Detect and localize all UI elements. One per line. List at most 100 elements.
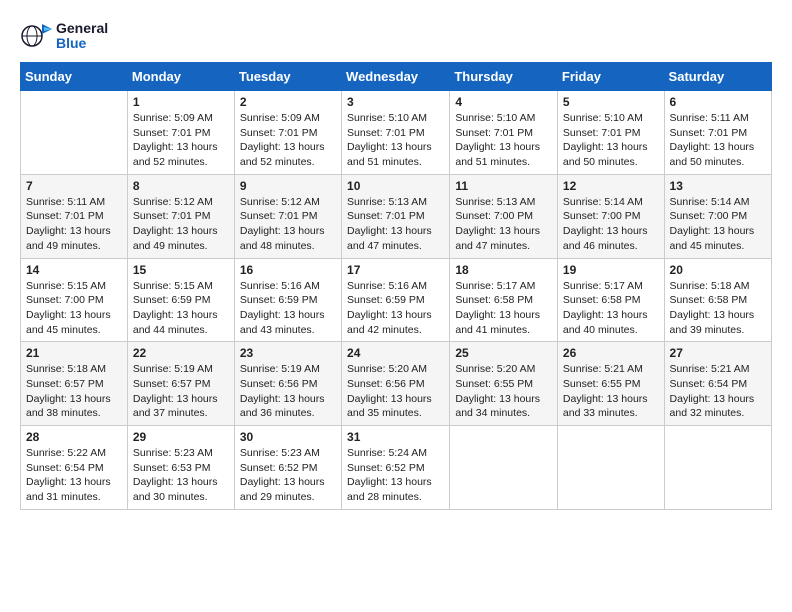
calendar-cell: 22 Sunrise: 5:19 AMSunset: 6:57 PMDayligh… <box>127 342 234 426</box>
day-info: Sunrise: 5:11 AMSunset: 7:01 PMDaylight:… <box>26 195 122 254</box>
calendar-week-3: 14 Sunrise: 5:15 AMSunset: 7:00 PMDayligh… <box>21 258 772 342</box>
calendar-cell <box>557 426 664 510</box>
logo-svg <box>20 20 52 52</box>
day-info: Sunrise: 5:12 AMSunset: 7:01 PMDaylight:… <box>240 195 336 254</box>
logo-general: General <box>56 21 108 36</box>
calendar-cell <box>450 426 558 510</box>
calendar-cell: 23 Sunrise: 5:19 AMSunset: 6:56 PMDayligh… <box>234 342 341 426</box>
day-info: Sunrise: 5:16 AMSunset: 6:59 PMDaylight:… <box>347 279 444 338</box>
calendar-cell: 5 Sunrise: 5:10 AMSunset: 7:01 PMDaylight… <box>557 91 664 175</box>
calendar-header-friday: Friday <box>557 63 664 91</box>
day-number: 21 <box>26 346 122 360</box>
calendar-cell: 28 Sunrise: 5:22 AMSunset: 6:54 PMDayligh… <box>21 426 128 510</box>
day-number: 18 <box>455 263 552 277</box>
day-number: 13 <box>670 179 766 193</box>
calendar-cell: 11 Sunrise: 5:13 AMSunset: 7:00 PMDayligh… <box>450 174 558 258</box>
day-info: Sunrise: 5:17 AMSunset: 6:58 PMDaylight:… <box>563 279 659 338</box>
calendar-cell: 30Sunrise: 5:23 AMSunset: 6:52 PMDayligh… <box>234 426 341 510</box>
day-info: Sunrise: 5:12 AMSunset: 7:01 PMDaylight:… <box>133 195 229 254</box>
day-info: Sunrise: 5:21 AMSunset: 6:55 PMDaylight:… <box>563 362 659 421</box>
calendar-header-tuesday: Tuesday <box>234 63 341 91</box>
day-number: 3 <box>347 95 444 109</box>
day-number: 17 <box>347 263 444 277</box>
day-number: 15 <box>133 263 229 277</box>
calendar-cell <box>664 426 771 510</box>
day-number: 10 <box>347 179 444 193</box>
day-number: 14 <box>26 263 122 277</box>
day-info: Sunrise: 5:15 AMSunset: 7:00 PMDaylight:… <box>26 279 122 338</box>
day-info: Sunrise: 5:19 AMSunset: 6:57 PMDaylight:… <box>133 362 229 421</box>
calendar-cell: 15 Sunrise: 5:15 AMSunset: 6:59 PMDayligh… <box>127 258 234 342</box>
day-info: Sunrise: 5:17 AMSunset: 6:58 PMDaylight:… <box>455 279 552 338</box>
day-info: Sunrise: 5:10 AMSunset: 7:01 PMDaylight:… <box>455 111 552 170</box>
calendar-cell: 8 Sunrise: 5:12 AMSunset: 7:01 PMDaylight… <box>127 174 234 258</box>
day-info: Sunrise: 5:10 AMSunset: 7:01 PMDaylight:… <box>563 111 659 170</box>
calendar-week-1: 1 Sunrise: 5:09 AMSunset: 7:01 PMDaylight… <box>21 91 772 175</box>
calendar-week-2: 7Sunrise: 5:11 AMSunset: 7:01 PMDaylight… <box>21 174 772 258</box>
calendar-cell: 14 Sunrise: 5:15 AMSunset: 7:00 PMDayligh… <box>21 258 128 342</box>
day-number: 16 <box>240 263 336 277</box>
day-number: 11 <box>455 179 552 193</box>
calendar-header-thursday: Thursday <box>450 63 558 91</box>
day-number: 20 <box>670 263 766 277</box>
calendar-cell: 3Sunrise: 5:10 AMSunset: 7:01 PMDaylight… <box>342 91 450 175</box>
day-number: 22 <box>133 346 229 360</box>
calendar-week-4: 21 Sunrise: 5:18 AMSunset: 6:57 PMDayligh… <box>21 342 772 426</box>
day-info: Sunrise: 5:19 AMSunset: 6:56 PMDaylight:… <box>240 362 336 421</box>
calendar-cell <box>21 91 128 175</box>
day-number: 29 <box>133 430 229 444</box>
day-number: 5 <box>563 95 659 109</box>
calendar-cell: 16 Sunrise: 5:16 AMSunset: 6:59 PMDayligh… <box>234 258 341 342</box>
day-info: Sunrise: 5:15 AMSunset: 6:59 PMDaylight:… <box>133 279 229 338</box>
day-number: 31 <box>347 430 444 444</box>
calendar-cell: 21 Sunrise: 5:18 AMSunset: 6:57 PMDayligh… <box>21 342 128 426</box>
day-info: Sunrise: 5:23 AMSunset: 6:53 PMDaylight:… <box>133 446 229 505</box>
calendar-header-row: SundayMondayTuesdayWednesdayThursdayFrid… <box>21 63 772 91</box>
day-number: 27 <box>670 346 766 360</box>
day-info: Sunrise: 5:20 AMSunset: 6:55 PMDaylight:… <box>455 362 552 421</box>
calendar-cell: 29 Sunrise: 5:23 AMSunset: 6:53 PMDayligh… <box>127 426 234 510</box>
day-number: 25 <box>455 346 552 360</box>
day-info: Sunrise: 5:09 AMSunset: 7:01 PMDaylight:… <box>133 111 229 170</box>
calendar-cell: 1 Sunrise: 5:09 AMSunset: 7:01 PMDaylight… <box>127 91 234 175</box>
calendar-cell: 2 Sunrise: 5:09 AMSunset: 7:01 PMDaylight… <box>234 91 341 175</box>
day-info: Sunrise: 5:20 AMSunset: 6:56 PMDaylight:… <box>347 362 444 421</box>
calendar-cell: 7Sunrise: 5:11 AMSunset: 7:01 PMDaylight… <box>21 174 128 258</box>
calendar-cell: 17 Sunrise: 5:16 AMSunset: 6:59 PMDayligh… <box>342 258 450 342</box>
calendar-table: SundayMondayTuesdayWednesdayThursdayFrid… <box>20 62 772 510</box>
day-number: 1 <box>133 95 229 109</box>
calendar-cell: 13 Sunrise: 5:14 AMSunset: 7:00 PMDayligh… <box>664 174 771 258</box>
logo-blue: Blue <box>56 36 108 51</box>
calendar-cell: 19Sunrise: 5:17 AMSunset: 6:58 PMDayligh… <box>557 258 664 342</box>
calendar-cell: 20 Sunrise: 5:18 AMSunset: 6:58 PMDayligh… <box>664 258 771 342</box>
logo: General Blue <box>20 20 108 52</box>
day-info: Sunrise: 5:13 AMSunset: 7:01 PMDaylight:… <box>347 195 444 254</box>
day-info: Sunrise: 5:11 AMSunset: 7:01 PMDaylight:… <box>670 111 766 170</box>
day-info: Sunrise: 5:18 AMSunset: 6:57 PMDaylight:… <box>26 362 122 421</box>
day-info: Sunrise: 5:24 AMSunset: 6:52 PMDaylight:… <box>347 446 444 505</box>
calendar-header-saturday: Saturday <box>664 63 771 91</box>
day-info: Sunrise: 5:09 AMSunset: 7:01 PMDaylight:… <box>240 111 336 170</box>
day-info: Sunrise: 5:22 AMSunset: 6:54 PMDaylight:… <box>26 446 122 505</box>
calendar-cell: 10 Sunrise: 5:13 AMSunset: 7:01 PMDayligh… <box>342 174 450 258</box>
day-info: Sunrise: 5:13 AMSunset: 7:00 PMDaylight:… <box>455 195 552 254</box>
day-number: 2 <box>240 95 336 109</box>
day-number: 28 <box>26 430 122 444</box>
day-info: Sunrise: 5:16 AMSunset: 6:59 PMDaylight:… <box>240 279 336 338</box>
calendar-cell: 9Sunrise: 5:12 AMSunset: 7:01 PMDaylight… <box>234 174 341 258</box>
page-header: General Blue <box>20 20 772 52</box>
calendar-cell: 18 Sunrise: 5:17 AMSunset: 6:58 PMDayligh… <box>450 258 558 342</box>
calendar-cell: 25 Sunrise: 5:20 AMSunset: 6:55 PMDayligh… <box>450 342 558 426</box>
day-info: Sunrise: 5:18 AMSunset: 6:58 PMDaylight:… <box>670 279 766 338</box>
day-number: 23 <box>240 346 336 360</box>
day-number: 8 <box>133 179 229 193</box>
day-number: 4 <box>455 95 552 109</box>
day-number: 24 <box>347 346 444 360</box>
day-info: Sunrise: 5:14 AMSunset: 7:00 PMDaylight:… <box>563 195 659 254</box>
day-info: Sunrise: 5:23 AMSunset: 6:52 PMDaylight:… <box>240 446 336 505</box>
day-number: 6 <box>670 95 766 109</box>
calendar-cell: 31 Sunrise: 5:24 AMSunset: 6:52 PMDayligh… <box>342 426 450 510</box>
calendar-cell: 24 Sunrise: 5:20 AMSunset: 6:56 PMDayligh… <box>342 342 450 426</box>
calendar-cell: 27Sunrise: 5:21 AMSunset: 6:54 PMDayligh… <box>664 342 771 426</box>
day-info: Sunrise: 5:14 AMSunset: 7:00 PMDaylight:… <box>670 195 766 254</box>
